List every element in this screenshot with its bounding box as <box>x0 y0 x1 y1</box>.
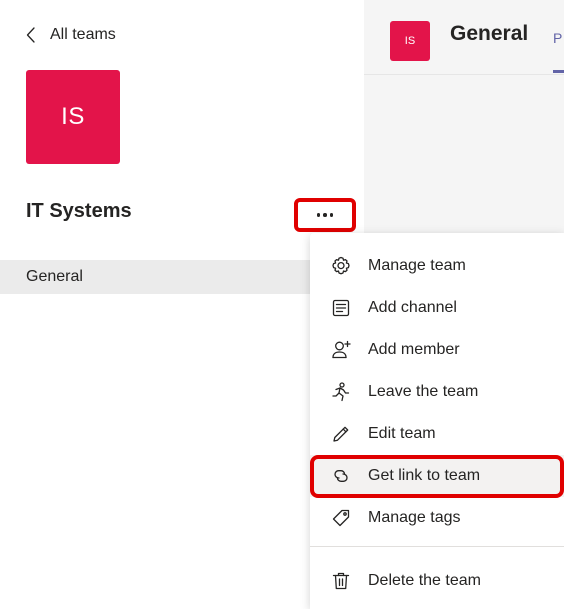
channel-list-icon <box>330 297 352 319</box>
menu-item-label: Manage team <box>368 257 466 274</box>
menu-item-label: Add channel <box>368 299 457 316</box>
menu-divider <box>310 546 564 547</box>
tag-icon <box>330 507 352 529</box>
menu-item-delete-team[interactable]: Delete the team <box>310 560 564 602</box>
all-teams-back-link[interactable]: All teams <box>26 22 116 48</box>
team-avatar: IS <box>26 70 120 164</box>
menu-item-manage-tags[interactable]: Manage tags <box>310 497 564 539</box>
active-tab-indicator <box>553 70 564 73</box>
pencil-icon <box>330 423 352 445</box>
menu-item-label: Leave the team <box>368 383 479 400</box>
channel-avatar-initials: IS <box>404 35 416 47</box>
back-link-label: All teams <box>50 26 116 43</box>
more-options-button[interactable] <box>294 198 356 232</box>
ellipsis-icon <box>316 213 334 217</box>
gear-icon <box>330 255 352 277</box>
menu-item-label: Edit team <box>368 425 436 442</box>
team-avatar-initials: IS <box>61 103 85 130</box>
menu-item-add-channel[interactable]: Add channel <box>310 287 564 329</box>
menu-item-label: Add member <box>368 341 460 358</box>
team-name: IT Systems <box>26 200 132 222</box>
team-context-menu: Manage team Add channel Add member Leave… <box>310 233 564 609</box>
tab-posts[interactable]: P <box>553 30 562 46</box>
menu-item-label: Get link to team <box>368 467 481 484</box>
menu-item-leave-team[interactable]: Leave the team <box>310 371 564 413</box>
trash-icon <box>330 570 352 592</box>
menu-item-manage-team[interactable]: Manage team <box>310 245 564 287</box>
chevron-left-icon <box>26 27 35 43</box>
menu-item-add-member[interactable]: Add member <box>310 329 564 371</box>
menu-item-edit-team[interactable]: Edit team <box>310 413 564 455</box>
add-person-icon <box>330 339 352 361</box>
link-icon <box>330 465 352 487</box>
menu-item-label: Delete the team <box>368 572 481 589</box>
channel-team-avatar: IS <box>390 21 430 61</box>
leave-runner-icon <box>330 381 352 403</box>
channel-item-label: General <box>26 268 83 285</box>
channel-title: General <box>450 22 529 45</box>
menu-item-get-link[interactable]: Get link to team <box>310 455 564 497</box>
menu-item-label: Manage tags <box>368 509 461 526</box>
